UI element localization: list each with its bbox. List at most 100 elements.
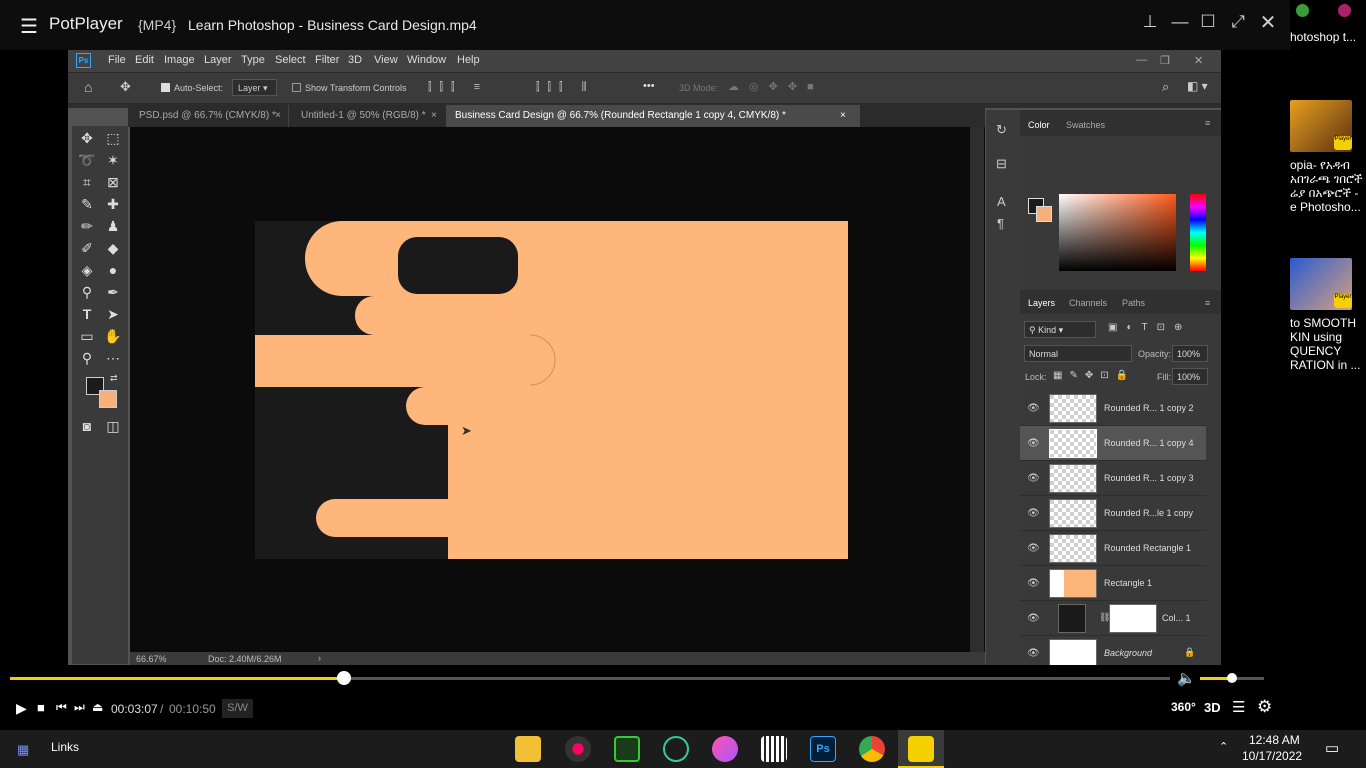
hamburger-menu-icon[interactable]: ☰ <box>20 14 38 39</box>
app-icon[interactable] <box>712 736 738 762</box>
video-thumbnail[interactable]: Player <box>1290 100 1352 152</box>
zoom-tool-icon[interactable]: ⚲ <box>76 348 98 368</box>
tab-close-icon[interactable]: × <box>840 110 846 121</box>
paragraph-panel-icon[interactable]: ¶ <box>997 216 1004 231</box>
magic-wand-icon[interactable]: ✶ <box>102 150 124 170</box>
start-grid-icon[interactable]: ▦ <box>17 742 29 758</box>
volume-bar[interactable] <box>1200 673 1264 683</box>
layer-filter-icons[interactable]: ▣◐T⊡⊕ <box>1108 322 1191 333</box>
menu-help[interactable]: Help <box>457 54 480 66</box>
history-panel-icon[interactable]: ↻ <box>996 122 1007 138</box>
playlist-item-title-line[interactable]: to SMOOTH <box>1290 316 1356 330</box>
character-panel-icon[interactable]: A <box>997 194 1006 209</box>
properties-panel-icon[interactable]: ⊟ <box>996 156 1007 172</box>
eye-icon[interactable]: 👁 <box>1027 438 1040 449</box>
360-button[interactable]: 360° <box>1171 700 1196 714</box>
color-bg-swatch[interactable] <box>1036 206 1052 222</box>
eye-icon[interactable]: 👁 <box>1027 578 1040 589</box>
ps-restore-icon[interactable]: ❐ <box>1160 54 1170 67</box>
clock-date[interactable]: 10/17/2022 <box>1242 749 1302 763</box>
layer-row[interactable]: 👁 ⛓ Col... 1 <box>1020 601 1206 636</box>
potplayer-taskbar-item[interactable] <box>898 730 944 768</box>
stamp-tool-icon[interactable]: ♟ <box>102 216 124 236</box>
fullscreen-icon[interactable]: ⤢ <box>1228 12 1248 32</box>
paint-bucket-icon[interactable]: ◈ <box>76 260 98 280</box>
playlist-item-title-line[interactable]: ሬያ በአጭሮች - <box>1290 186 1358 200</box>
type-tool-icon[interactable]: T <box>76 304 98 324</box>
seek-bar[interactable] <box>10 671 1170 685</box>
tab-close-icon[interactable]: × <box>431 110 437 121</box>
pin-icon[interactable]: ⊥ <box>1140 12 1160 32</box>
canvas-area[interactable]: ➤ <box>130 127 985 652</box>
lasso-tool-icon[interactable]: ➰ <box>76 150 98 170</box>
3d-mode-icons[interactable]: ☁◎✥✥■ <box>728 80 824 93</box>
playlist-icon[interactable]: ☰ <box>1232 698 1245 716</box>
eraser-tool-icon[interactable]: ◆ <box>102 238 124 258</box>
tray-chevron-icon[interactable]: ⌃ <box>1219 740 1228 753</box>
links-toolbar[interactable]: Links <box>51 740 79 754</box>
layer-row[interactable]: 👁 Rounded R...le 1 copy <box>1020 496 1206 531</box>
hue-slider[interactable] <box>1190 194 1206 271</box>
playlist-item-title-line[interactable]: KIN using <box>1290 330 1342 344</box>
canvas-scrollbar[interactable] <box>970 127 984 652</box>
eye-icon[interactable]: 👁 <box>1027 648 1040 659</box>
menu-window[interactable]: Window <box>407 54 446 66</box>
chrome-icon[interactable] <box>859 736 885 762</box>
frame-tool-icon[interactable]: ⊠ <box>102 172 124 192</box>
tab-paths[interactable]: Paths <box>1122 298 1145 308</box>
align-icons[interactable]: ⫿⫿⫿ ≡ <box>428 81 488 94</box>
panel-menu-icon[interactable]: ≡ <box>1205 118 1210 128</box>
dodge-tool-icon[interactable]: ⚲ <box>76 282 98 302</box>
menu-file[interactable]: File <box>108 54 126 66</box>
piano-icon[interactable] <box>761 736 787 762</box>
blur-tool-icon[interactable]: ● <box>102 260 124 280</box>
fill-field[interactable]: 100% <box>1172 368 1208 385</box>
menu-edit[interactable]: Edit <box>135 54 154 66</box>
swap-colors-icon[interactable]: ⇄ <box>110 373 118 384</box>
volume-icon[interactable]: 🔈 <box>1177 669 1196 687</box>
quick-mask-icon[interactable]: ◙ <box>76 416 98 436</box>
tab-untitled[interactable]: Untitled-1 @ 50% (RGB/8) * × <box>288 105 448 127</box>
tab-close-icon[interactable]: × <box>275 110 281 121</box>
lock-icons[interactable]: ▦✎✥⊡🔒 <box>1053 370 1135 381</box>
layer-select-dropdown[interactable]: Layer ▾ <box>232 79 277 96</box>
media-app-icon[interactable] <box>565 736 591 762</box>
ps-close-icon[interactable]: ✕ <box>1194 54 1203 67</box>
eye-icon[interactable]: 👁 <box>1027 403 1040 414</box>
clock-time[interactable]: 12:48 AM <box>1249 733 1300 747</box>
status-arrow-icon[interactable]: › <box>318 653 321 663</box>
more-options-button[interactable]: ••• <box>643 80 655 92</box>
vs-icon[interactable] <box>663 736 689 762</box>
move-tool-icon[interactable]: ✥ <box>76 128 98 148</box>
healing-brush-icon[interactable]: ✚ <box>102 194 124 214</box>
pycharm-icon[interactable] <box>614 736 640 762</box>
playlist-item-title-line[interactable]: opia- የአዳብ <box>1290 158 1350 172</box>
blend-mode-dropdown[interactable]: Normal <box>1024 345 1132 362</box>
tab-business-card[interactable]: Business Card Design @ 66.7% (Rounded Re… <box>446 105 860 127</box>
layer-row[interactable]: 👁 Rounded R... 1 copy 2 <box>1020 391 1206 426</box>
tab-psd[interactable]: PSD.psd @ 66.7% (CMYK/8) * × <box>128 105 288 127</box>
distribute-icons[interactable]: ⫿⫿⫿ ⫼ <box>536 81 595 94</box>
kind-filter-dropdown[interactable]: ⚲ Kind ▾ <box>1024 321 1096 338</box>
notification-icon[interactable]: ▭ <box>1325 739 1339 757</box>
screen-mode-icon[interactable]: ◫ <box>102 416 124 436</box>
menu-image[interactable]: Image <box>164 54 195 66</box>
eye-icon[interactable]: 👁 <box>1027 613 1040 624</box>
eye-icon[interactable]: 👁 <box>1027 543 1040 554</box>
move-tool-icon[interactable]: ✥ <box>120 79 131 95</box>
eye-icon[interactable]: 👁 <box>1027 473 1040 484</box>
eyedropper-icon[interactable]: ✎ <box>76 194 98 214</box>
video-thumbnail[interactable]: Player <box>1290 258 1352 310</box>
layer-row[interactable]: 👁 Rectangle 1 <box>1020 566 1206 601</box>
hand-tool-icon[interactable]: ✋ <box>102 326 124 346</box>
menu-view[interactable]: View <box>374 54 398 66</box>
tab-layers[interactable]: Layers <box>1028 298 1055 308</box>
layer-row-selected[interactable]: 👁 Rounded R... 1 copy 4 <box>1020 426 1206 461</box>
menu-type[interactable]: Type <box>241 54 265 66</box>
menu-layer[interactable]: Layer <box>204 54 232 66</box>
play-icon[interactable]: ▶ <box>16 700 27 717</box>
background-color-swatch[interactable] <box>99 390 117 408</box>
menu-3d[interactable]: 3D <box>348 54 362 66</box>
file-explorer-icon[interactable] <box>515 736 541 762</box>
volume-handle[interactable] <box>1227 673 1237 683</box>
